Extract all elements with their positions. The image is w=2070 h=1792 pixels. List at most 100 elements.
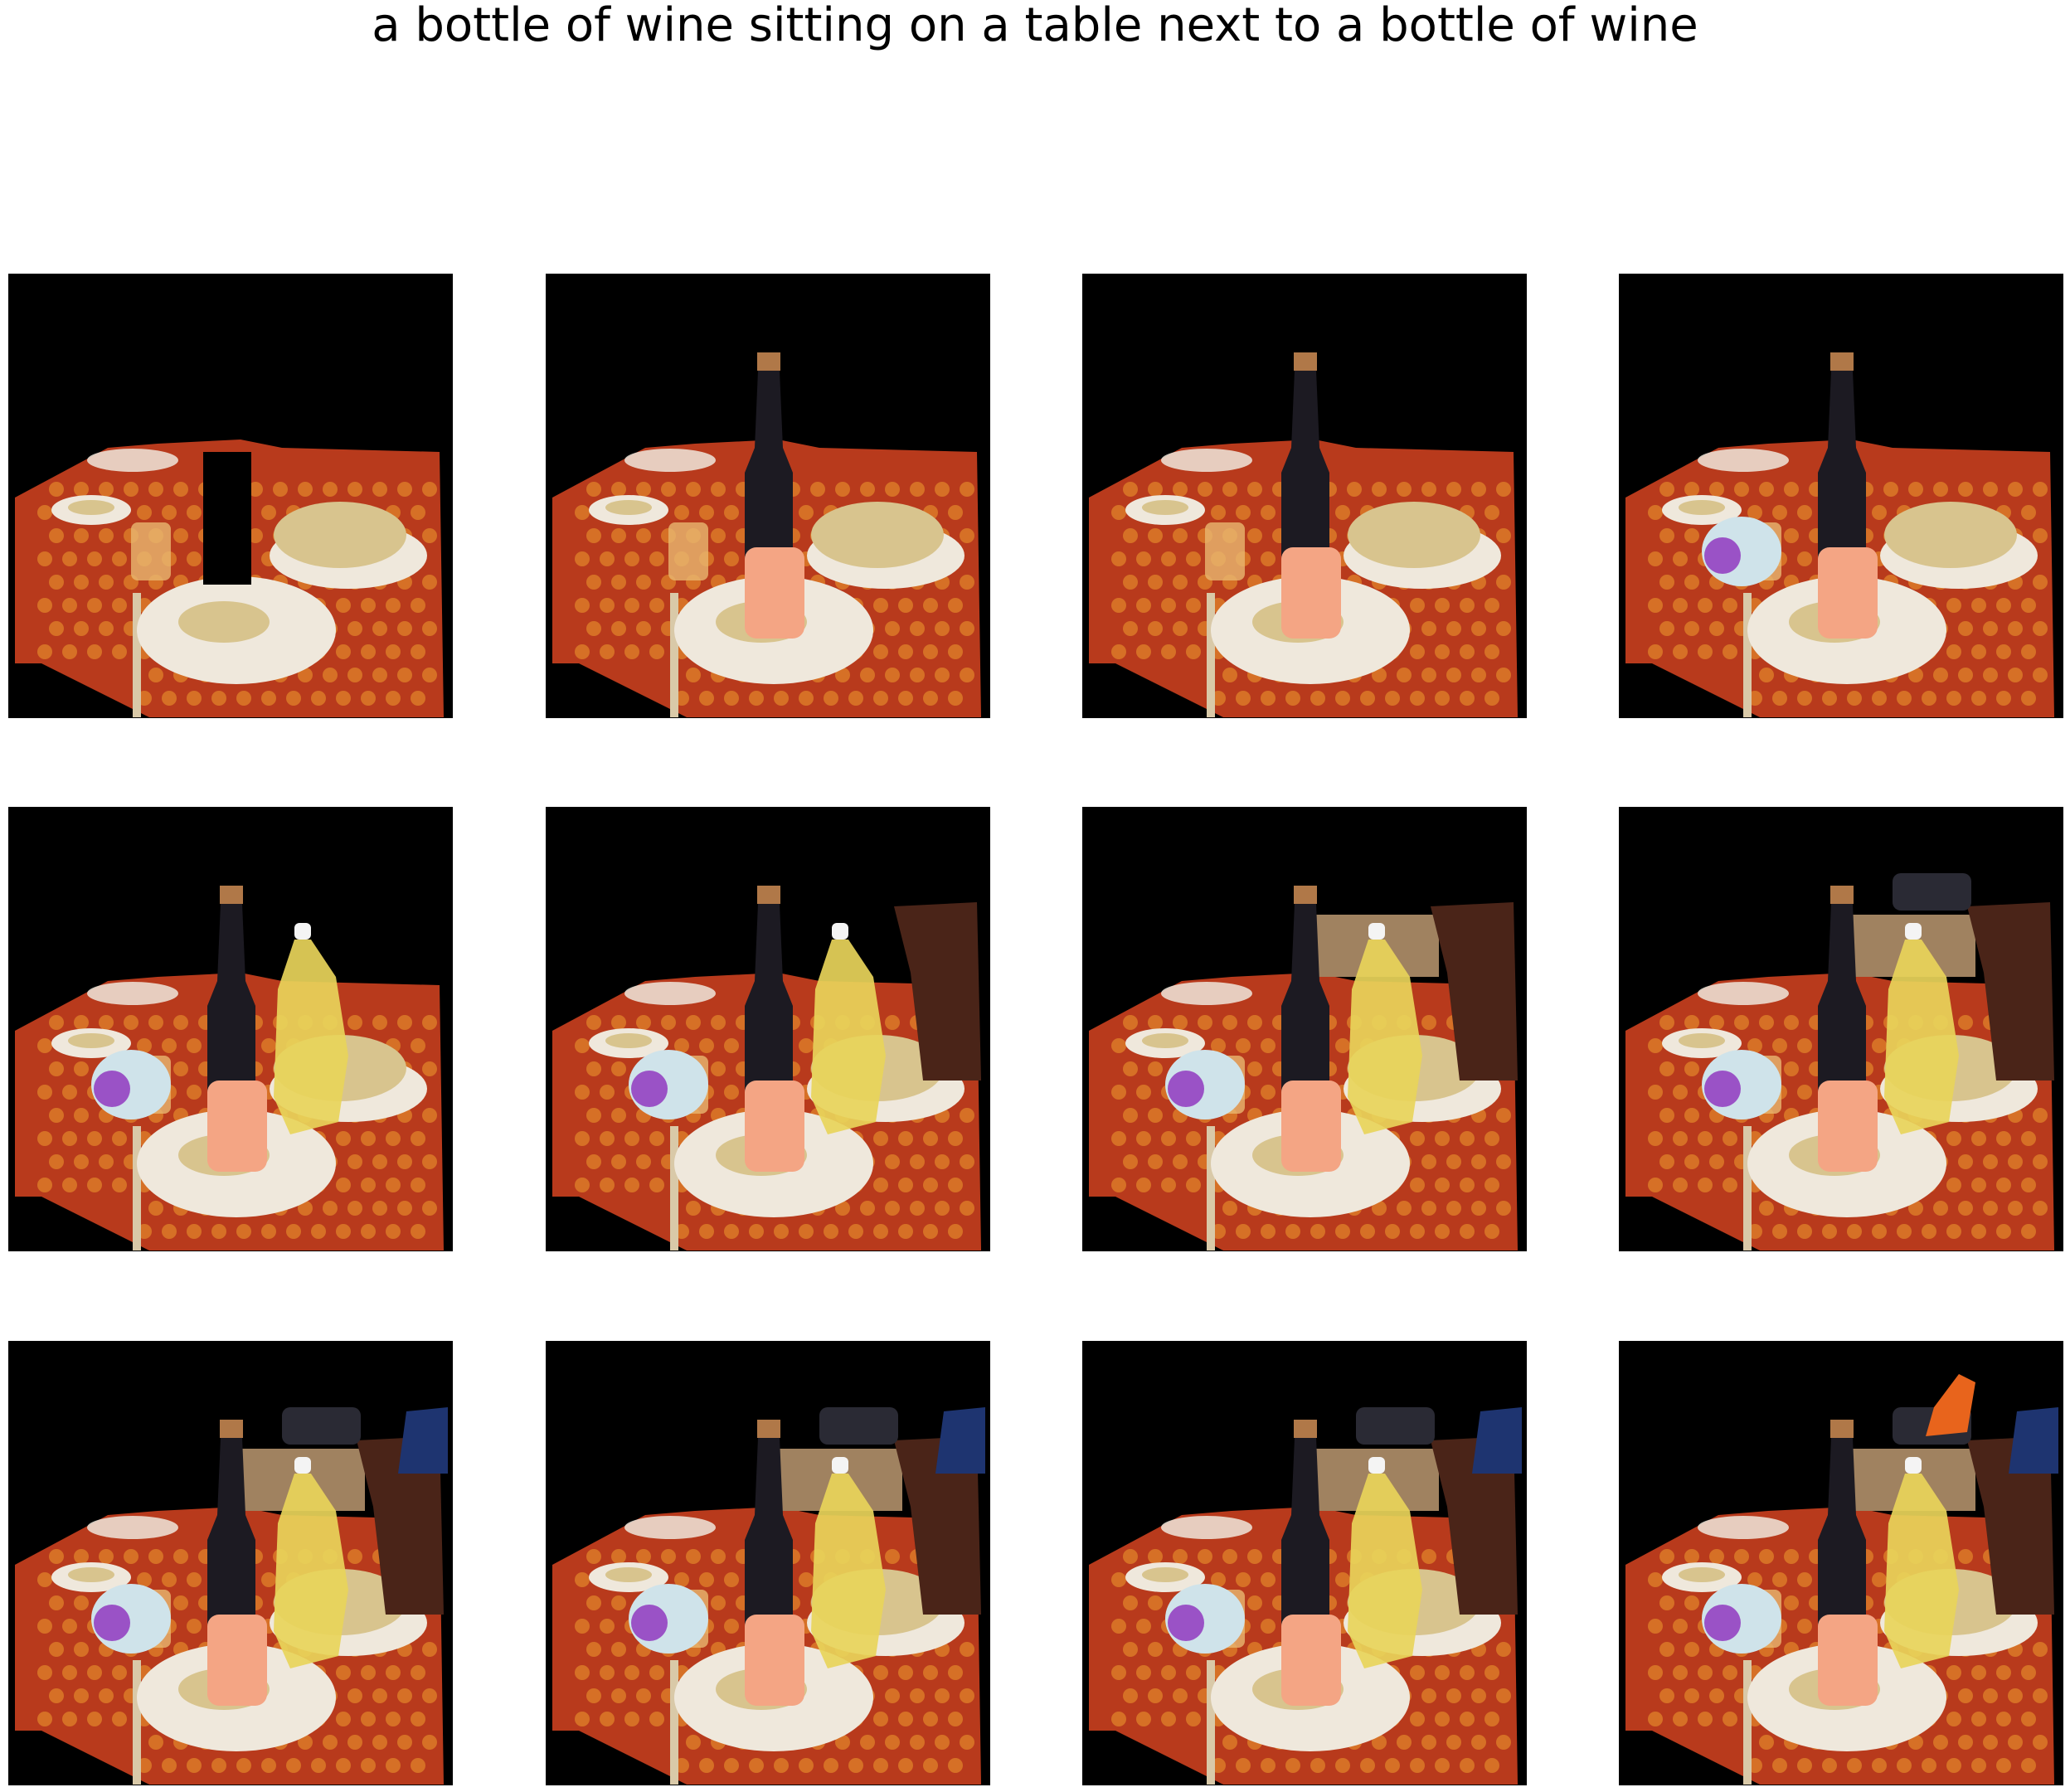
wine-bottle-cork bbox=[1830, 1420, 1854, 1438]
back-plate bbox=[1698, 1516, 1789, 1539]
fork bbox=[133, 1126, 141, 1251]
back-plate bbox=[87, 449, 178, 472]
frame-image bbox=[8, 274, 453, 718]
frame-image bbox=[546, 807, 990, 1251]
back-plate bbox=[1698, 982, 1789, 1005]
wine-bottle-cork bbox=[757, 1420, 780, 1438]
soda-bottle-cap bbox=[1905, 923, 1922, 940]
side-food bbox=[605, 1567, 652, 1582]
cushion bbox=[1356, 1407, 1435, 1445]
frame-5 bbox=[8, 807, 453, 1251]
side-food bbox=[1679, 1033, 1725, 1048]
label-bottle bbox=[1281, 1081, 1341, 1172]
water-bottle-label bbox=[1704, 537, 1741, 574]
glass bbox=[1205, 522, 1245, 580]
frame-7 bbox=[1082, 807, 1527, 1251]
front-food bbox=[178, 601, 270, 643]
side-food bbox=[605, 1033, 652, 1048]
side-food bbox=[1142, 1567, 1188, 1582]
wine-bottle-cork bbox=[1294, 1420, 1317, 1438]
fork bbox=[1743, 1660, 1752, 1785]
frame-8 bbox=[1619, 807, 2063, 1251]
frame-12 bbox=[1619, 1341, 2063, 1785]
wine-bottle-cork bbox=[1294, 352, 1317, 371]
side-food bbox=[1679, 1567, 1725, 1582]
side-food bbox=[68, 500, 114, 515]
cushion bbox=[819, 1407, 898, 1445]
wine-bottle-cork bbox=[757, 352, 780, 371]
wine-bottle-cork bbox=[757, 886, 780, 904]
fork bbox=[1743, 593, 1752, 717]
label-bottle bbox=[207, 1615, 267, 1706]
frame-image bbox=[1619, 274, 2063, 718]
side-food bbox=[1142, 500, 1188, 515]
soda-bottle-cap bbox=[832, 1457, 848, 1474]
frame-image bbox=[1619, 1341, 2063, 1785]
frame-image bbox=[1619, 807, 2063, 1251]
frame-6 bbox=[546, 807, 990, 1251]
water-bottle-label bbox=[631, 1071, 668, 1107]
fork bbox=[1207, 1126, 1215, 1251]
fork bbox=[1207, 593, 1215, 717]
frame-image bbox=[8, 1341, 453, 1785]
frame-4 bbox=[1619, 274, 2063, 718]
cushion bbox=[1893, 873, 1971, 911]
back-plate bbox=[1161, 449, 1252, 472]
back-plate bbox=[87, 1516, 178, 1539]
water-bottle-label bbox=[1704, 1071, 1741, 1107]
fork bbox=[1207, 1660, 1215, 1785]
frame-3 bbox=[1082, 274, 1527, 718]
side-food bbox=[68, 1567, 114, 1582]
water-bottle-label bbox=[94, 1605, 130, 1641]
label-bottle bbox=[745, 1615, 804, 1706]
label-bottle bbox=[1281, 547, 1341, 639]
water-bottle-label bbox=[1704, 1605, 1741, 1641]
soda-bottle-cap bbox=[294, 923, 311, 940]
cushion bbox=[282, 1407, 361, 1445]
fork bbox=[670, 593, 678, 717]
side-food bbox=[68, 1033, 114, 1048]
cake bbox=[274, 502, 406, 568]
back-plate bbox=[624, 1516, 716, 1539]
wine-bottle-cork bbox=[1830, 886, 1854, 904]
frame-2 bbox=[546, 274, 990, 718]
glass bbox=[668, 522, 708, 580]
frame-1 bbox=[8, 274, 453, 718]
fork bbox=[670, 1126, 678, 1251]
soda-bottle-cap bbox=[294, 1457, 311, 1474]
side-food bbox=[605, 500, 652, 515]
fork bbox=[1743, 1126, 1752, 1251]
cake bbox=[1884, 502, 2017, 568]
label-bottle bbox=[207, 1081, 267, 1172]
soda-bottle-cap bbox=[832, 923, 848, 940]
frame-image bbox=[546, 1341, 990, 1785]
back-plate bbox=[1698, 449, 1789, 472]
image-grid bbox=[0, 0, 2070, 1792]
back-plate bbox=[624, 982, 716, 1005]
back-plate bbox=[1161, 1516, 1252, 1539]
wine-bottle-cork bbox=[1830, 352, 1854, 371]
soda-bottle-cap bbox=[1368, 1457, 1385, 1474]
frame-image bbox=[1082, 1341, 1527, 1785]
fork bbox=[133, 593, 141, 717]
glass bbox=[131, 522, 171, 580]
back-plate bbox=[624, 449, 716, 472]
soda-bottle-cap bbox=[1905, 1457, 1922, 1474]
cake bbox=[1348, 502, 1480, 568]
soda-bottle-cap bbox=[1368, 923, 1385, 940]
cake bbox=[811, 502, 944, 568]
wine-bottle-cork bbox=[1294, 886, 1317, 904]
back-plate bbox=[87, 982, 178, 1005]
wine-bottle-cork bbox=[220, 886, 243, 904]
frame-image bbox=[1082, 274, 1527, 718]
frame-9 bbox=[8, 1341, 453, 1785]
fork bbox=[670, 1660, 678, 1785]
fork bbox=[133, 1660, 141, 1785]
water-bottle-label bbox=[1168, 1605, 1204, 1641]
frame-image bbox=[546, 274, 990, 718]
bottle-gap bbox=[203, 452, 251, 585]
side-food bbox=[1679, 500, 1725, 515]
frame-11 bbox=[1082, 1341, 1527, 1785]
label-bottle bbox=[1818, 1081, 1878, 1172]
frame-10 bbox=[546, 1341, 990, 1785]
